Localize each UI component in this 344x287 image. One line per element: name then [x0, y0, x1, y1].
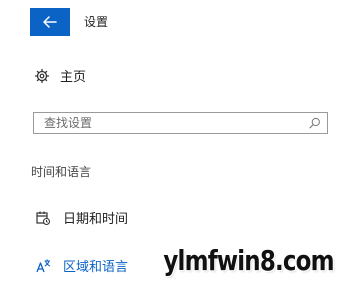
- nav-label-date-time: 日期和时间: [63, 212, 129, 227]
- language-icon: [35, 258, 51, 274]
- nav-label-region-language: 区域和语言: [63, 260, 129, 275]
- search-box[interactable]: [33, 112, 328, 134]
- section-heading: 时间和语言: [31, 165, 92, 179]
- home-label: 主页: [60, 70, 87, 85]
- home-nav-item[interactable]: 主页: [34, 66, 86, 85]
- nav-item-region-language[interactable]: 区域和语言: [35, 256, 128, 275]
- back-arrow-icon: [43, 16, 57, 28]
- search-input[interactable]: [44, 116, 294, 130]
- date-time-icon: [35, 210, 51, 226]
- nav-item-date-time[interactable]: 日期和时间: [35, 208, 128, 227]
- back-button[interactable]: [30, 8, 70, 36]
- gear-icon: [34, 68, 50, 84]
- window-title: 设置: [84, 15, 109, 29]
- site-watermark: ylmfwin8.com: [163, 244, 335, 277]
- search-icon[interactable]: [309, 117, 321, 129]
